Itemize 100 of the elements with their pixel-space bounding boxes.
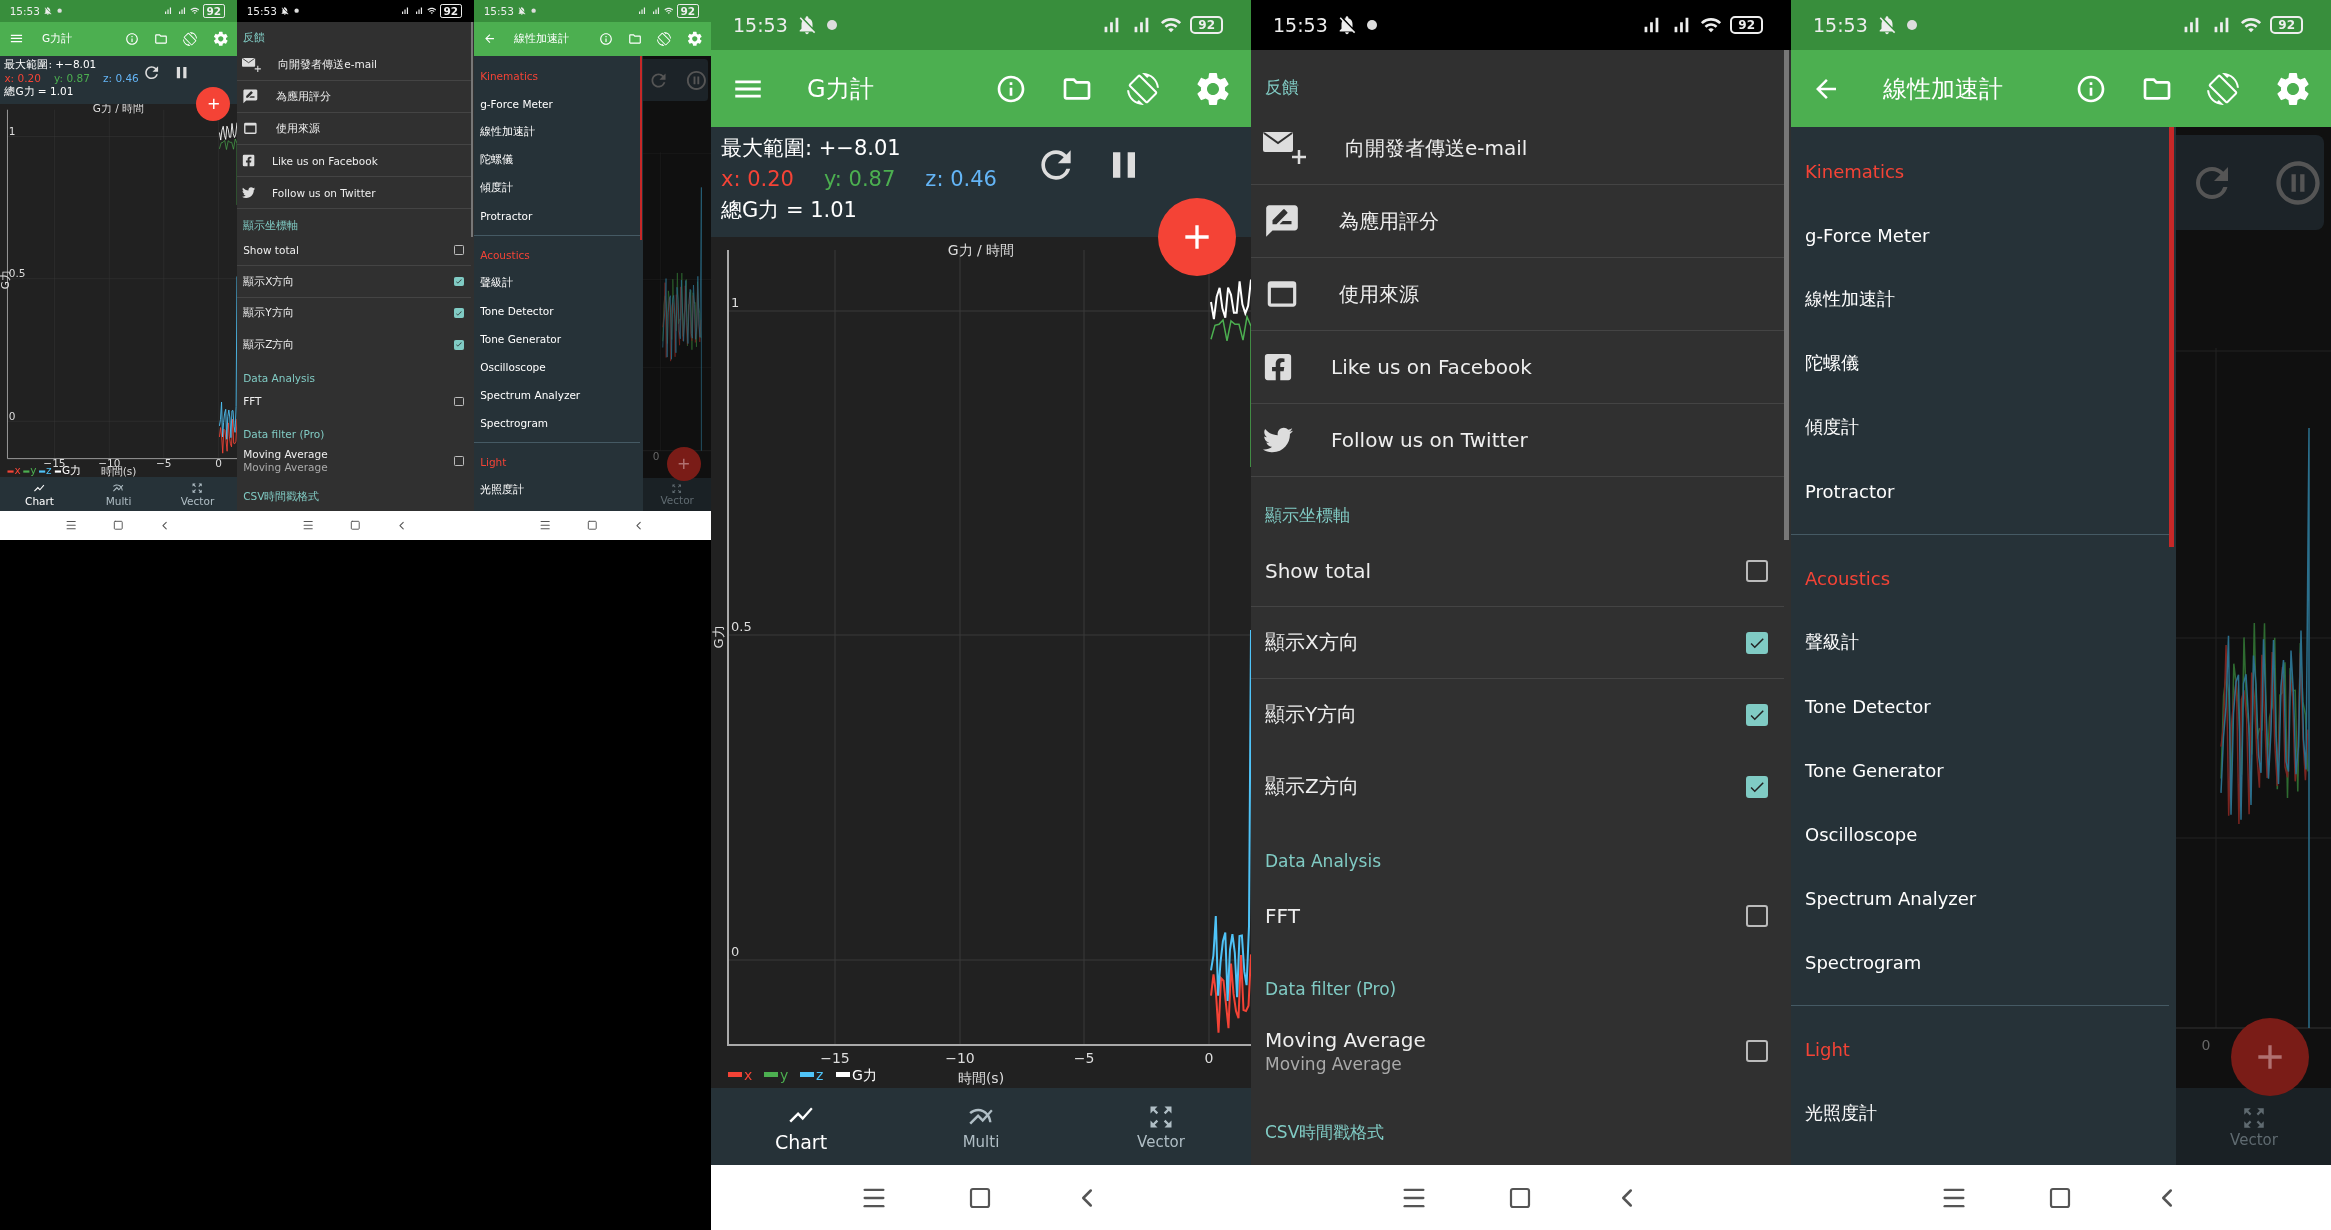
y-tick-label: 1: [8, 124, 16, 137]
drawer-item[interactable]: Tone Generator: [474, 324, 640, 353]
drawer-item[interactable]: Protractor: [474, 201, 640, 230]
category-header: Light: [1804, 1037, 1851, 1062]
max-range-text: 最大範圍: +−8.01: [721, 135, 902, 162]
drawer-item[interactable]: Spectrogram: [1791, 930, 2169, 994]
bottom-nav-tab[interactable]: Vector: [1071, 1088, 1251, 1165]
x-tick-label: −15: [820, 1050, 850, 1066]
checkbox[interactable]: [1746, 775, 1768, 798]
drawer-menu-item[interactable]: 使用來源: [1251, 258, 1784, 331]
setting-summary: Moving Average: [243, 461, 329, 474]
drawer-item[interactable]: 陀螺儀: [1791, 331, 2169, 395]
checkbox[interactable]: [454, 396, 464, 407]
checkbox[interactable]: [454, 245, 464, 255]
drawer-item[interactable]: 光照度計: [474, 475, 640, 504]
checkbox[interactable]: [454, 340, 464, 350]
battery-level: 92: [1730, 15, 1763, 35]
setting-label: 顯示X方向: [1265, 629, 1360, 656]
y-tick-label: 1: [731, 295, 740, 310]
home-icon[interactable]: [968, 1185, 992, 1210]
folder-icon[interactable]: [153, 31, 168, 46]
x-tick-label: −5: [1073, 1050, 1095, 1066]
drawer-item[interactable]: 傾度計: [1791, 395, 2169, 459]
drawer-item[interactable]: Spectrogram: [474, 409, 640, 438]
folder-icon[interactable]: [628, 31, 643, 46]
chart-title: G力 / 時間: [947, 242, 1015, 258]
scrollbar[interactable]: [1784, 50, 1789, 540]
back-arrow-icon[interactable]: [482, 32, 496, 46]
checkbox[interactable]: [1746, 1040, 1768, 1062]
screen-rotation-icon[interactable]: [657, 31, 672, 46]
twitter-icon: [1263, 425, 1293, 455]
checkbox[interactable]: [454, 308, 464, 319]
setting-label: 顯示Z方向: [1265, 773, 1360, 800]
bottom-nav-tab[interactable]: Chart: [0, 477, 79, 512]
info-icon[interactable]: [599, 31, 614, 46]
checkbox[interactable]: [1746, 904, 1768, 927]
drawer-item[interactable]: 線性加速計: [474, 117, 640, 146]
notification-icon: [293, 8, 299, 14]
screen-rotation-icon[interactable]: [1127, 72, 1159, 105]
notification-icon: [1365, 19, 1378, 31]
drawer-item[interactable]: Tone Detector: [474, 296, 640, 325]
expand-arrows-icon: [671, 482, 683, 495]
axis-reading: x: 0.20: [4, 72, 41, 85]
checkbox[interactable]: [454, 276, 464, 287]
bell-off-icon: [280, 6, 291, 16]
drawer-item[interactable]: g-Force Meter: [474, 89, 640, 118]
x-tick-label: 0: [2201, 1037, 2211, 1053]
checkbox[interactable]: [1746, 703, 1768, 726]
drawer-item[interactable]: 聲級計: [474, 268, 640, 297]
drawer-item[interactable]: g-Force Meter: [1791, 203, 2169, 267]
drawer-item[interactable]: Oscilloscope: [1791, 802, 2169, 866]
section-header: 反饋: [242, 30, 267, 46]
battery-level: 92: [202, 3, 225, 19]
scrollbar[interactable]: [2169, 127, 2174, 547]
axis-reading: z: 0.46: [103, 72, 139, 85]
x-tick-label: −10: [945, 1050, 975, 1066]
drawer-item[interactable]: 陀螺儀: [474, 145, 640, 174]
scrollbar[interactable]: [470, 21, 474, 237]
checkbox[interactable]: [1746, 559, 1768, 582]
settings-icon[interactable]: [686, 30, 704, 48]
setting-label: 顯示X方向: [243, 274, 296, 289]
checkbox[interactable]: [454, 456, 464, 466]
bottom-nav-tab[interactable]: Multi: [79, 477, 158, 512]
drawer-item[interactable]: Oscilloscope: [474, 352, 640, 381]
drawer-menu-item[interactable]: Like us on Facebook: [1251, 331, 1784, 404]
drawer-item[interactable]: Spectrum Analyzer: [474, 381, 640, 410]
drawer-item[interactable]: 聲級計: [1791, 610, 2169, 674]
screen-rotation-icon[interactable]: [182, 31, 197, 46]
info-icon[interactable]: [124, 31, 139, 46]
total-g-text: 總G力 = 1.01: [721, 197, 858, 224]
app-title: 線性加速計: [1883, 73, 2003, 105]
battery-level: 92: [439, 3, 462, 19]
checkbox[interactable]: [1746, 631, 1768, 654]
drawer-item[interactable]: 傾度計: [474, 173, 640, 202]
scrollbar[interactable]: [639, 55, 643, 241]
drawer-menu-item[interactable]: Follow us on Twitter: [1251, 404, 1784, 477]
max-range-text: 最大範圍: +−8.01: [4, 59, 98, 72]
drawer-item[interactable]: 線性加速計: [1791, 267, 2169, 331]
status-time: 15:53: [246, 4, 277, 17]
bottom-nav-tab[interactable]: Vector: [158, 477, 237, 512]
status-time: 15:53: [9, 4, 40, 17]
legend-label: x: [14, 463, 21, 476]
drawer-item[interactable]: Tone Detector: [1791, 674, 2169, 738]
home-icon[interactable]: [1508, 1185, 1532, 1210]
setting-summary: Moving Average: [1265, 1054, 1403, 1074]
bottom-nav-tab[interactable]: Multi: [891, 1088, 1071, 1165]
setting-label: FFT: [243, 395, 263, 408]
drawer-item[interactable]: Protractor: [1791, 459, 2169, 523]
bottom-nav-tab[interactable]: Chart: [711, 1088, 891, 1165]
home-icon[interactable]: [2048, 1185, 2072, 1210]
drawer-item[interactable]: Spectrum Analyzer: [1791, 866, 2169, 930]
screen-rotation-icon[interactable]: [2207, 72, 2239, 105]
drawer-item[interactable]: 光照度計: [1791, 1081, 2169, 1145]
drawer-item[interactable]: Tone Generator: [1791, 738, 2169, 802]
setting-label: Show total: [1265, 558, 1373, 583]
settings-icon[interactable]: [211, 30, 230, 48]
x-tick-label: −5: [155, 456, 172, 469]
drawer-menu-item[interactable]: 為應用評分: [1251, 185, 1784, 258]
drawer-menu-item[interactable]: 向開發者傳送e-mail: [1251, 112, 1784, 185]
section-header: CSV時間戳格式: [1264, 1120, 1386, 1144]
